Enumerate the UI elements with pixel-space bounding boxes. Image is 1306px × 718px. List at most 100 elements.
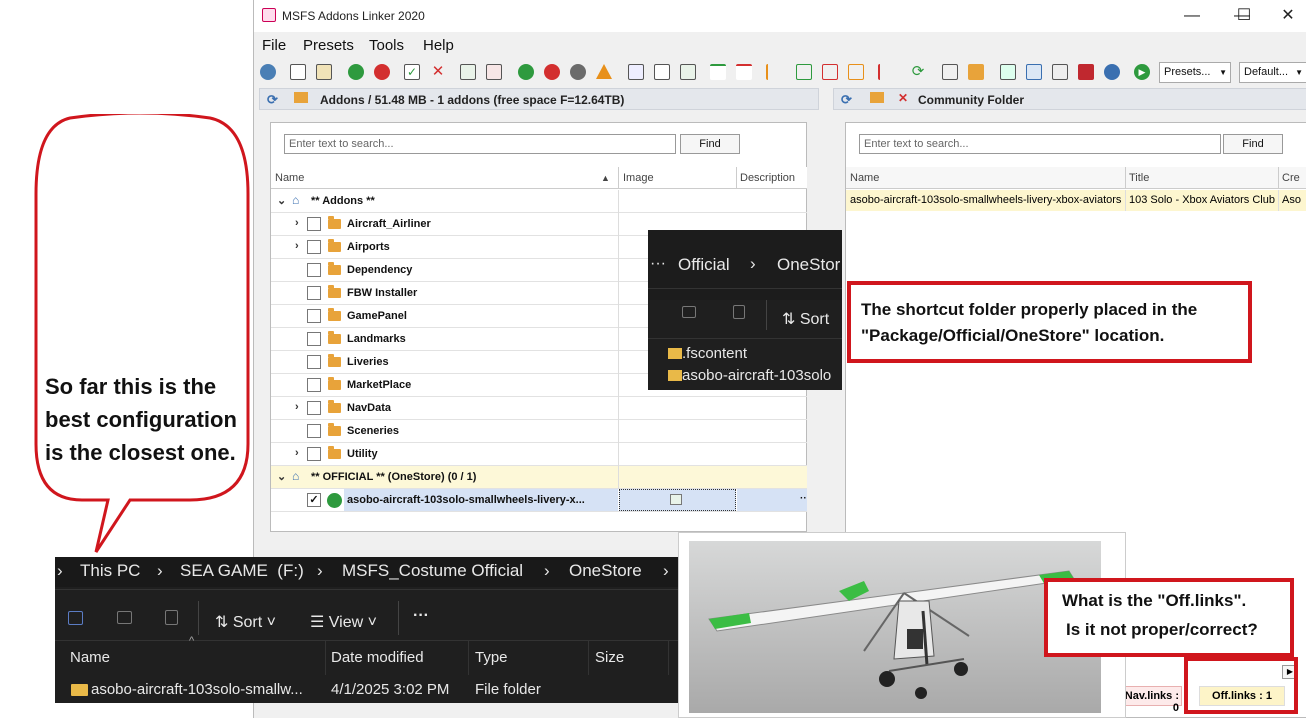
share-icon[interactable] — [682, 306, 696, 318]
image-icon[interactable] — [1000, 64, 1016, 80]
col-name[interactable]: Name — [70, 649, 110, 666]
move-right-icon[interactable] — [796, 64, 812, 80]
close-button[interactable]: ✕ — [1268, 4, 1306, 28]
menu-presets[interactable]: Presets — [303, 37, 354, 54]
disable-x-icon[interactable] — [374, 64, 390, 80]
checkbox[interactable] — [307, 217, 321, 231]
folder-open-icon[interactable] — [870, 92, 884, 103]
check-all-icon[interactable]: ✓ — [404, 64, 420, 80]
ai-icon[interactable] — [68, 611, 83, 625]
fscontent-item[interactable]: .fscontent — [682, 345, 747, 362]
checkbox[interactable] — [307, 355, 321, 369]
red-status-icon[interactable] — [544, 64, 560, 80]
green-status-icon[interactable] — [518, 64, 534, 80]
col-name[interactable]: Name — [850, 172, 879, 184]
add-link-icon[interactable] — [460, 64, 476, 80]
folder-open-icon[interactable] — [294, 92, 308, 103]
breadcrumb-onestore[interactable]: OneStore — [569, 561, 642, 581]
checkbox[interactable] — [307, 332, 321, 346]
left-search-input[interactable]: Enter text to search... — [284, 134, 676, 154]
breadcrumb-sea-game[interactable]: SEA GAME (F:) — [180, 561, 304, 581]
col-type[interactable]: Type — [475, 649, 508, 666]
folder-open-icon[interactable] — [968, 64, 984, 80]
chevron-right-icon[interactable]: › — [295, 217, 299, 229]
checkbox[interactable] — [307, 263, 321, 277]
tree-root-addons[interactable]: ⌄ ⌂ ** Addons ** — [271, 190, 807, 213]
checkbox[interactable] — [307, 286, 321, 300]
checkbox[interactable] — [307, 378, 321, 392]
ellipsis-icon[interactable]: ··· — [650, 255, 666, 273]
collapse-icon[interactable] — [736, 64, 752, 80]
col-size[interactable]: Size — [595, 649, 624, 666]
right-search-input[interactable]: Enter text to search... — [859, 134, 1221, 154]
default-dropdown[interactable]: Default... ▼ — [1239, 62, 1306, 83]
table-icon[interactable] — [1026, 64, 1042, 80]
checkbox[interactable] — [307, 309, 321, 323]
maximize-button[interactable]: ☐ — [1224, 4, 1264, 28]
sort-button[interactable]: ⇅ Sort — [782, 309, 829, 329]
add-doc-icon[interactable] — [628, 64, 644, 80]
paste-icon[interactable] — [316, 64, 332, 80]
settings-gear-icon[interactable] — [260, 64, 276, 80]
close-x-icon[interactable]: ✕ — [898, 91, 908, 105]
image-icon[interactable] — [670, 494, 682, 505]
col-date-modified[interactable]: Date modified — [331, 649, 424, 666]
tree-item-sceneries[interactable]: Sceneries — [271, 420, 807, 443]
col-description[interactable]: Description — [740, 172, 795, 184]
tree-root-official[interactable]: ⌄ ⌂ ** OFFICIAL ** (OneStore) (0 / 1) — [271, 466, 807, 489]
right-find-button[interactable]: Find — [1223, 134, 1283, 154]
chevron-right-icon[interactable]: › — [295, 401, 299, 413]
split-view-icon[interactable] — [942, 64, 958, 80]
breadcrumb-official[interactable]: Official — [678, 255, 730, 275]
expand-icon[interactable] — [710, 64, 726, 80]
left-find-button[interactable]: Find — [680, 134, 740, 154]
presets-dropdown[interactable]: Presets... ▼ — [1159, 62, 1231, 83]
sort-icon[interactable] — [878, 64, 894, 80]
remove-link-icon[interactable] — [486, 64, 502, 80]
enable-check-icon[interactable] — [348, 64, 364, 80]
refresh-icon[interactable]: ⟳ — [910, 64, 926, 80]
share-icon[interactable] — [117, 611, 132, 624]
move-left-icon[interactable] — [822, 64, 838, 80]
tree-item-navdata[interactable]: › NavData — [271, 397, 807, 420]
chevron-down-icon[interactable]: ⌄ — [277, 470, 286, 483]
checkbox[interactable] — [307, 240, 321, 254]
breadcrumb-onestore[interactable]: OneStor — [777, 255, 840, 275]
swap-icon[interactable] — [848, 64, 864, 80]
checkbox-checked[interactable]: ✓ — [307, 493, 321, 507]
menu-file[interactable]: File — [262, 37, 286, 54]
tree-icon[interactable] — [766, 64, 782, 80]
grey-status-icon[interactable] — [570, 64, 586, 80]
delete-icon[interactable] — [733, 305, 745, 319]
view-button[interactable]: ☰ View ˅ — [310, 612, 377, 632]
chevron-right-icon[interactable]: › — [295, 447, 299, 459]
refresh-icon[interactable]: ⟳ — [841, 92, 852, 108]
menu-help[interactable]: Help — [423, 37, 454, 54]
breadcrumb-msfs-costume[interactable]: MSFS_Costume Official — [342, 561, 523, 581]
col-title[interactable]: Title — [1129, 172, 1149, 184]
globe-icon[interactable] — [1104, 64, 1120, 80]
delete-icon[interactable] — [165, 610, 178, 625]
play-icon[interactable]: ▶ — [1134, 64, 1150, 80]
minimize-button[interactable]: — — [1172, 4, 1212, 28]
community-row[interactable]: asobo-aircraft-103solo-smallwheels-liver… — [846, 190, 1306, 211]
checkbox[interactable] — [307, 401, 321, 415]
warning-icon[interactable] — [596, 64, 612, 79]
new-doc-icon[interactable] — [654, 64, 670, 80]
pdf-icon[interactable] — [1078, 64, 1094, 80]
sort-button[interactable]: ⇅ Sort ˅ — [215, 612, 276, 632]
chevron-right-icon[interactable]: › — [295, 240, 299, 252]
tree-item-asobo-addon[interactable]: ✓ asobo-aircraft-103solo-smallwheels-liv… — [271, 489, 807, 512]
window-icon[interactable] — [1052, 64, 1068, 80]
refresh-icon[interactable]: ⟳ — [267, 92, 278, 108]
asobo-shortcut-item[interactable]: asobo-aircraft-103solo — [682, 367, 831, 384]
tree-item-utility[interactable]: › Utility — [271, 443, 807, 466]
col-name[interactable]: Name — [275, 172, 304, 184]
more-options-button[interactable]: ··· — [413, 607, 429, 625]
checkbox[interactable] — [307, 424, 321, 438]
explorer-row[interactable]: asobo-aircraft-103solo-smallw... 4/1/202… — [55, 677, 680, 703]
menu-tools[interactable]: Tools — [369, 37, 404, 54]
copy-icon[interactable] — [290, 64, 306, 80]
col-image[interactable]: Image — [623, 172, 654, 184]
uncheck-all-icon[interactable]: ✕ — [430, 64, 446, 80]
